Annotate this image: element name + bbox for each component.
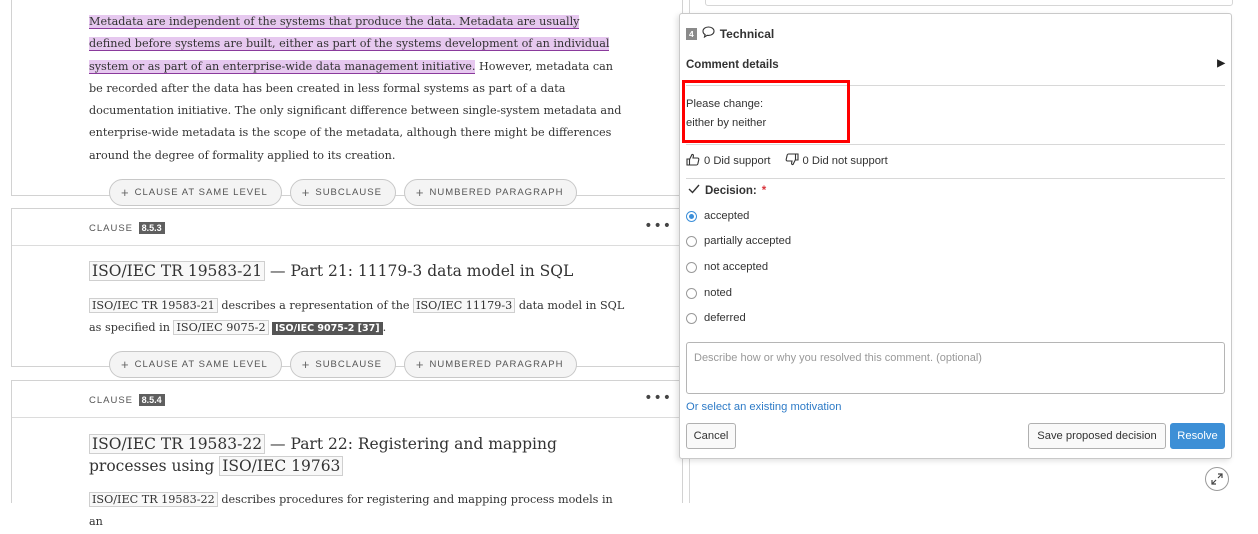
did-not-support-button[interactable]: 0 Did not support — [785, 153, 888, 169]
clause-header: CLAUSE 8.5.4 ••• — [12, 381, 682, 418]
clause-body[interactable]: ISO/IEC TR 19583-22 describes procedures… — [89, 489, 629, 534]
more-options-icon[interactable]: ••• — [644, 390, 672, 406]
document-area: Metadata are independent of the systems … — [0, 0, 690, 528]
clause-card: CLAUSE 8.5.3 ••• ISO/IEC TR 19583-21 — P… — [11, 208, 683, 367]
clause-paragraph[interactable]: Metadata are independent of the systems … — [89, 11, 624, 167]
decision-option-deferred[interactable]: deferred — [686, 312, 746, 324]
thumbs-down-icon — [785, 153, 799, 169]
add-subclause-button[interactable]: + SUBCLAUSE — [289, 351, 396, 378]
divider — [686, 178, 1225, 179]
add-subclause-button[interactable]: + SUBCLAUSE — [289, 179, 396, 206]
reference-chip[interactable]: ISO/IEC TR 19583-22 — [89, 434, 266, 454]
plus-icon: + — [121, 185, 129, 200]
clause-title[interactable]: ISO/IEC TR 19583-21 — Part 21: 11179-3 d… — [89, 260, 573, 282]
reference-chip[interactable]: ISO/IEC TR 19583-21 — [89, 298, 218, 313]
annotation-highlight-box — [682, 80, 850, 143]
insert-actions: + CLAUSE AT SAME LEVEL + SUBCLAUSE + NUMBER… — [109, 351, 578, 378]
resolve-button[interactable]: Resolve — [1170, 423, 1225, 449]
comment-header: 4 Technical — [686, 26, 774, 41]
plus-icon: + — [415, 185, 424, 200]
reference-chip[interactable]: ISO/IEC 11179-3 — [413, 298, 516, 313]
radio-button[interactable] — [686, 261, 697, 273]
reference-chip[interactable]: ISO/IEC 19763 — [219, 456, 344, 476]
decision-option-noted[interactable]: noted — [686, 287, 732, 299]
comment-details-toggle[interactable]: Comment details ▶ — [686, 58, 1225, 71]
add-numbered-paragraph-button[interactable]: + NUMBERED PARAGRAPH — [403, 351, 578, 378]
clause-card: CLAUSE 8.5.4 ••• ISO/IEC TR 19583-22 — P… — [11, 380, 683, 528]
comment-number-badge: 4 — [686, 27, 697, 40]
speech-bubble-icon — [702, 26, 715, 41]
expand-icon[interactable] — [1205, 467, 1229, 491]
clause-header: CLAUSE 8.5.3 ••• — [12, 209, 682, 246]
check-icon — [688, 184, 700, 197]
plus-icon: + — [121, 357, 129, 372]
plus-icon: + — [415, 357, 424, 372]
caret-right-icon[interactable]: ▶ — [1217, 58, 1225, 69]
decision-option-accepted[interactable]: accepted — [686, 210, 749, 222]
radio-button[interactable] — [686, 235, 697, 247]
insert-actions: + CLAUSE AT SAME LEVEL + SUBCLAUSE + NUMBER… — [109, 179, 578, 206]
decision-option-not-accepted[interactable]: not accepted — [686, 261, 768, 273]
existing-motivation-link[interactable]: Or select an existing motivation — [686, 401, 841, 413]
plus-icon: + — [301, 357, 310, 372]
clause-label: CLAUSE 8.5.3 — [89, 222, 165, 234]
motivation-input[interactable]: Describe how or why you resolved this co… — [686, 342, 1225, 394]
bibliography-reference[interactable]: ISO/IEC 9075-2 [37] — [272, 322, 383, 336]
clause-label: CLAUSE 8.5.4 — [89, 394, 165, 406]
add-numbered-paragraph-button[interactable]: + NUMBERED PARAGRAPH — [403, 179, 578, 206]
did-support-button[interactable]: 0 Did support — [686, 153, 771, 169]
more-options-icon[interactable]: ••• — [644, 218, 672, 234]
reference-chip[interactable]: ISO/IEC TR 19583-21 — [89, 261, 266, 281]
cancel-button[interactable]: Cancel — [686, 423, 736, 449]
add-clause-same-level-button[interactable]: + CLAUSE AT SAME LEVEL — [109, 351, 282, 378]
add-clause-same-level-button[interactable]: + CLAUSE AT SAME LEVEL — [109, 179, 282, 206]
clause-body[interactable]: ISO/IEC TR 19583-21 describes a represen… — [89, 295, 629, 341]
decision-label: Decision: * — [688, 184, 766, 197]
plus-icon: + — [301, 185, 310, 200]
clause-number-badge: 8.5.4 — [138, 394, 165, 406]
clause-title[interactable]: ISO/IEC TR 19583-22 — Part 22: Registeri… — [89, 433, 629, 477]
clause-number-badge: 8.5.3 — [138, 222, 165, 234]
divider — [686, 144, 1225, 145]
radio-button[interactable] — [686, 210, 697, 222]
save-proposed-decision-button[interactable]: Save proposed decision — [1028, 423, 1166, 449]
radio-button[interactable] — [686, 287, 697, 299]
clause-card: Metadata are independent of the systems … — [11, 0, 683, 196]
reference-chip[interactable]: ISO/IEC 9075-2 — [173, 320, 269, 336]
radio-button[interactable] — [686, 312, 697, 324]
required-marker: * — [761, 184, 767, 197]
decision-option-partially-accepted[interactable]: partially accepted — [686, 235, 791, 247]
previous-comment-card[interactable] — [705, 0, 1233, 6]
thumbs-up-icon — [686, 153, 700, 169]
support-row: 0 Did support 0 Did not support — [686, 153, 888, 169]
comment-type: Technical — [719, 26, 775, 41]
paragraph-text: However, metadata can be recorded after … — [89, 59, 622, 162]
reference-chip[interactable]: ISO/IEC TR 19583-22 — [89, 492, 218, 507]
